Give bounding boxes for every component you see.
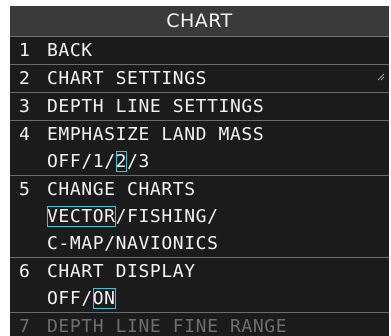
- menu-item-depth-line-settings[interactable]: 3 DEPTH LINE SETTINGS: [10, 93, 389, 121]
- option-vector-selected[interactable]: VECTOR: [47, 206, 116, 227]
- item-label: DEPTH LINE FINE RANGE: [47, 316, 288, 336]
- menu-item-depth-line-fine-range[interactable]: 7 DEPTH LINE FINE RANGE: [10, 313, 389, 336]
- menu-title: CHART: [10, 6, 389, 37]
- menu-item-back[interactable]: 1 BACK: [10, 37, 389, 65]
- option-2-selected[interactable]: 2: [115, 151, 128, 172]
- option-separator: /: [104, 151, 116, 172]
- option-c-map[interactable]: C-MAP: [47, 233, 104, 254]
- item-number: 5: [19, 179, 31, 200]
- option-3[interactable]: 3: [139, 151, 150, 172]
- item-label: CHART SETTINGS: [47, 68, 208, 89]
- item-number: 1: [19, 40, 31, 61]
- chart-menu: CHART 1 BACK 2 CHART SETTINGS 3 DEPTH LINE …: [10, 6, 389, 336]
- menu-items: 1 BACK 2 CHART SETTINGS 3 DEPTH LINE SETTIN…: [10, 37, 389, 336]
- option-separator: /: [207, 206, 219, 227]
- menu-item-change-charts[interactable]: 5 CHANGE CHARTS VECTOR / FISHING / C-MAP / NAV…: [10, 176, 389, 258]
- option-separator: /: [81, 288, 93, 309]
- option-separator: /: [104, 233, 116, 254]
- item-number: 3: [19, 96, 31, 117]
- option-off[interactable]: OFF: [47, 288, 81, 309]
- option-separator: /: [81, 151, 93, 172]
- chart-type-options-row1: VECTOR / FISHING /: [10, 203, 389, 230]
- chart-type-options-row2: C-MAP / NAVIONICS: [10, 230, 389, 257]
- option-separator: /: [115, 206, 128, 227]
- item-number: 4: [19, 124, 31, 145]
- item-number: 2: [19, 68, 31, 89]
- option-separator: /: [127, 151, 139, 172]
- menu-title-text: CHART: [166, 10, 233, 32]
- item-label: DEPTH LINE SETTINGS: [47, 96, 265, 117]
- item-label: BACK: [47, 40, 93, 61]
- item-number: 6: [19, 261, 31, 282]
- item-label: CHART DISPLAY: [47, 261, 196, 282]
- menu-item-chart-settings[interactable]: 2 CHART SETTINGS: [10, 65, 389, 93]
- option-1[interactable]: 1: [93, 151, 104, 172]
- land-mass-options: OFF/1/2/3: [10, 148, 389, 175]
- item-number: 7: [19, 316, 31, 336]
- option-on-selected[interactable]: ON: [92, 288, 116, 309]
- menu-item-emphasize-land-mass[interactable]: 4 EMPHASIZE LAND MASS OFF/1/2/3: [10, 121, 389, 176]
- option-navionics[interactable]: NAVIONICS: [116, 233, 219, 254]
- chart-display-options: OFF / ON: [10, 285, 389, 312]
- menu-item-chart-display[interactable]: 6 CHART DISPLAY OFF / ON: [10, 258, 389, 313]
- item-label: CHANGE CHARTS: [47, 179, 196, 200]
- option-off[interactable]: OFF: [47, 151, 81, 172]
- option-fishing[interactable]: FISHING: [127, 206, 207, 227]
- item-label: EMPHASIZE LAND MASS: [47, 124, 265, 145]
- resize-corner-icon: [377, 73, 385, 81]
